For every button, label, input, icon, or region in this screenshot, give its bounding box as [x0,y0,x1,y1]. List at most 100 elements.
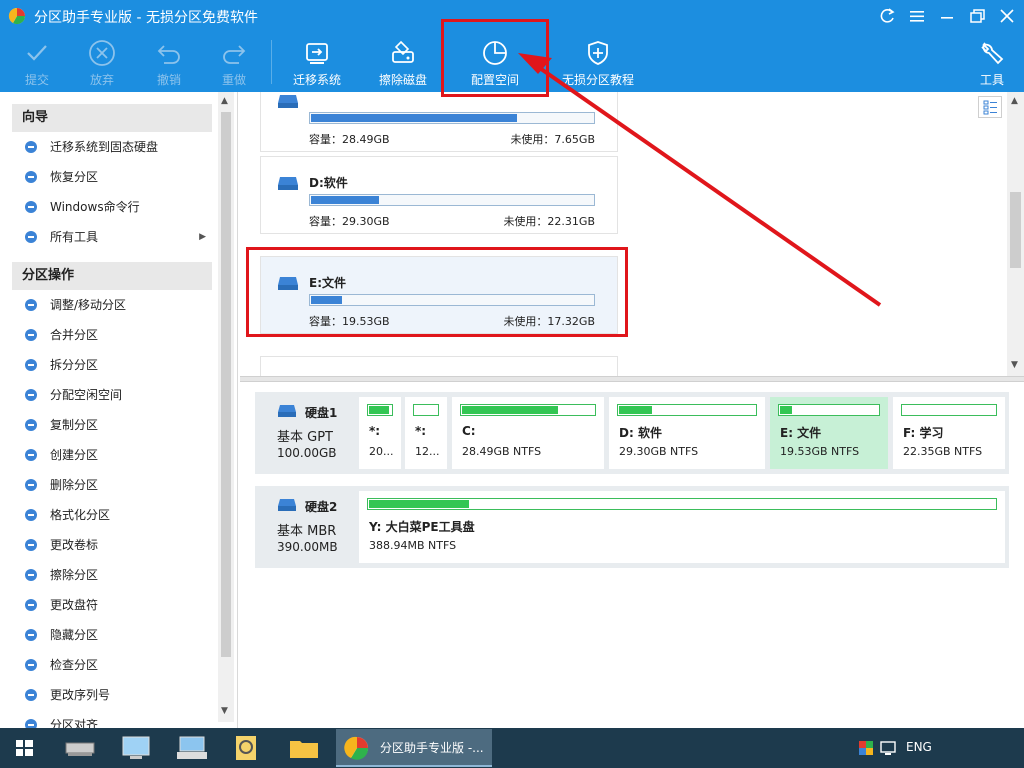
sidebar-scrollbar[interactable]: ▲ ▼ [218,92,234,722]
sidebar-item[interactable]: 合并分区 [12,320,212,350]
partition-card[interactable]: 容量：28.49GB 未使用：7.65GB [260,92,618,152]
sidebar-item-label: 更改卷标 [50,538,99,552]
scroll-up-icon[interactable]: ▲ [221,96,228,106]
commit-button[interactable]: 提交 [4,38,70,90]
taskbar: 分区助手专业版 -... ENG [0,728,1024,768]
disk-size: 390.00MB [277,540,338,554]
undo-label: 撤销 [156,73,181,87]
partition-info: 20... [369,445,394,458]
disk-partition[interactable]: D: 软件 29.30GB NTFS [609,397,765,469]
all-tools-icon [25,231,37,243]
partition-capacity: 容量：29.30GB [309,215,390,228]
disk-row[interactable]: 硬盘2 基本 MBR 390.00MB Y: 大白菜PE工具盘 388.94MB NTF… [255,486,1009,568]
cards-scroll-thumb[interactable] [1010,192,1021,268]
sidebar-item[interactable]: 创建分区 [12,440,212,470]
computer-icon[interactable] [116,732,156,764]
active-app-label: 分区助手专业版 -... [380,741,484,755]
partition-label: Y: 大白菜PE工具盘 [369,520,475,534]
sidebar-item-label: 格式化分区 [50,508,111,522]
sidebar-item[interactable]: Windows命令行 [12,192,212,222]
minimize-icon[interactable] [936,6,958,26]
disk-size: 100.00GB [277,446,337,460]
discard-button[interactable]: 放弃 [69,38,135,90]
sidebar-scroll-thumb[interactable] [221,112,231,657]
disk-partition[interactable]: C: 28.49GB NTFS [452,397,604,469]
color-tray-icon[interactable] [858,740,874,756]
refresh-icon[interactable] [876,6,898,26]
partition-capacity: 容量：28.49GB [309,133,390,146]
sidebar-item[interactable]: 恢复分区 [12,162,212,192]
resize-icon [25,299,37,311]
sidebar-item[interactable]: 检查分区 [12,650,212,680]
disk-partition[interactable]: *: 12... [405,397,447,469]
sidebar-item[interactable]: 调整/移动分区 [12,290,212,320]
sidebar-item[interactable]: 分区对齐 [12,710,212,728]
partition-card[interactable]: D:软件 容量：29.30GB 未使用：22.31GB [260,156,618,234]
tutorial-button[interactable]: 无损分区教程 [558,38,638,90]
partition-card[interactable] [260,356,618,376]
drive-letter-icon [25,599,37,611]
partition-bar [367,498,997,510]
partition-bar [901,404,997,416]
merge-icon [25,329,37,341]
partition-unused: 未使用：7.65GB [510,133,595,146]
sidebar-item[interactable]: 复制分区 [12,410,212,440]
sidebar-item-label: 创建分区 [50,448,99,462]
keyboard-icon[interactable] [172,732,212,764]
sidebar-item-label: 恢复分区 [50,170,99,184]
sidebar-item-label: 调整/移动分区 [50,298,127,312]
menu-icon[interactable] [906,6,928,26]
cards-scroll-down-icon[interactable]: ▼ [1011,360,1018,370]
sidebar-item[interactable]: 隐藏分区 [12,620,212,650]
disk-name: 硬盘1 [305,406,338,420]
scroll-down-icon[interactable]: ▼ [221,706,228,716]
migrate-os-icon [306,43,328,64]
undo-button[interactable]: 撤销 [136,38,202,90]
sidebar-item[interactable]: 更改序列号 [12,680,212,710]
sidebar-item[interactable]: 更改卷标 [12,530,212,560]
sidebar-item[interactable]: 迁移系统到固态硬盘 [12,132,212,162]
redo-button[interactable]: 重做 [201,38,267,90]
view-toggle-button[interactable] [978,96,1002,118]
partition-usage-fill [311,114,517,122]
partition-info: 19.53GB NTFS [780,445,860,458]
check-icon [25,659,37,671]
partition-label: *: [369,424,381,438]
taskbar-active-app[interactable]: 分区助手专业版 -... [336,729,492,767]
cards-scroll-up-icon[interactable]: ▲ [1011,96,1018,106]
sidebar-item[interactable]: 所有工具 ▶ [12,222,212,252]
restore-icon[interactable] [966,6,988,26]
chip-icon[interactable] [60,732,100,764]
folder-icon[interactable] [284,732,324,764]
close-icon[interactable] [996,6,1018,26]
sidebar-item[interactable]: 格式化分区 [12,500,212,530]
sidebar-item[interactable]: 删除分区 [12,470,212,500]
sidebar-item[interactable]: 擦除分区 [12,560,212,590]
sidebar-item[interactable]: 更改盘符 [12,590,212,620]
sidebar-item[interactable]: 分配空闲空间 [12,380,212,410]
migrate-os-button[interactable]: 迁移系统 [284,38,350,90]
tools-button[interactable]: 工具 [960,38,1024,90]
network-tray-icon[interactable] [880,740,898,756]
partition-label: F: 学习 [903,426,944,440]
disk-icon [278,499,296,511]
disk-partition[interactable]: F: 学习 22.35GB NTFS [893,397,1005,469]
windows-icon [25,201,37,213]
partition-bar [778,404,880,416]
input-language[interactable]: ENG [906,740,932,754]
start-icon[interactable] [4,732,44,764]
highlight-e-partition-box [246,247,628,337]
sidebar-item-label: 删除分区 [50,478,99,492]
partition-label: *: [415,424,427,438]
sidebar-item[interactable]: 拆分分区 [12,350,212,380]
cards-scrollbar[interactable]: ▲ ▼ [1007,92,1024,376]
sidebar-item-label: 隐藏分区 [50,628,99,642]
search-tool-icon[interactable] [226,732,266,764]
disk-partition[interactable]: *: 20... [359,397,401,469]
disk-partition[interactable]: Y: 大白菜PE工具盘 388.94MB NTFS [359,491,1005,563]
wipe-disk-button[interactable]: 擦除磁盘 [370,38,436,90]
disk-row[interactable]: 硬盘1 基本 GPT 100.00GB *: 20... *: 12... C: 28.49GB… [255,392,1009,474]
partition-unused: 未使用：22.31GB [503,215,595,228]
disk-partition[interactable]: E: 文件 19.53GB NTFS [770,397,888,469]
wipe-icon [25,569,37,581]
